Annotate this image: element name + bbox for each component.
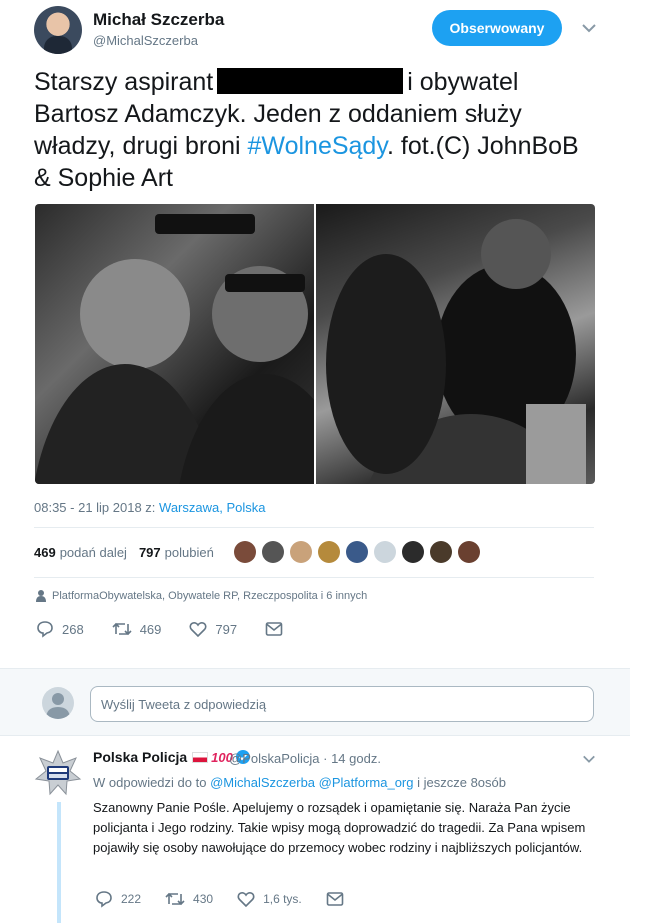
reply-retweet-count: 430 [193,892,214,906]
like-count-action: 797 [215,621,238,637]
reply-text: Szanowny Panie Pośle. Apelujemy o rozsąd… [93,800,586,855]
reply-count: 268 [62,621,84,637]
liker-avatar[interactable] [233,541,256,563]
retweet-icon [165,892,185,906]
reply-handle-time[interactable]: @PolskaPolicja · 14 godz. [229,751,381,766]
liker-avatar[interactable] [457,541,480,563]
liker-avatar[interactable] [373,541,396,563]
photo-left-illustration [35,214,314,484]
reply-icon [37,621,53,638]
photo-left[interactable] [35,204,314,484]
reply-context-prefix: W odpowiedzi do to [93,775,211,790]
retweet-icon [112,622,132,636]
retweet-label: podań dalej [59,544,127,560]
envelope-icon [265,622,283,636]
reply-reply-count: 222 [121,892,142,906]
location-link[interactable]: Warszawa, Polska [159,500,265,515]
reply-author-name-text: Polska Policja [93,749,188,765]
dm-action[interactable] [265,621,291,637]
thread-line [57,802,61,923]
envelope-icon [326,892,344,906]
liker-avatar[interactable] [429,541,452,563]
reply-like-action[interactable]: 1,6 tys. [237,890,302,908]
follow-button[interactable]: Obserwowany [432,10,562,46]
reply-input[interactable]: Wyślij Tweeta z odpowiedzią [90,686,594,722]
tagged-users[interactable]: PlatformaObywatelska, Obywatele RP, Rzec… [36,590,367,602]
author-name[interactable]: Michał Szczerba [93,10,224,30]
like-stat[interactable]: 797 polubień [139,545,214,560]
divider [34,527,594,528]
reply-tweet[interactable]: Polska Policja 100 @PolskaPolicja · 14 g… [0,737,630,923]
poland-flag-icon [192,751,209,763]
photo-right-illustration [326,219,586,484]
liker-avatar[interactable] [317,541,340,563]
tweet-photos [35,204,595,484]
hashtag-link[interactable]: #WolneSądy [248,132,387,160]
like-count: 797 [138,544,161,560]
divider [34,577,594,578]
reply-mentions[interactable]: @MichalSzczerba @Platforma_org [210,775,413,790]
tweet-header: Michał Szczerba @MichalSzczerba Obserwow… [34,6,604,56]
reply-chevron-down-icon[interactable] [582,752,596,766]
tweet-stats: 469 podań dalej 797 polubień [34,534,486,570]
like-label: polubień [164,544,214,560]
tweet-text: Starszy aspirant i obywatel Bartosz Adamc… [34,66,594,194]
author-handle[interactable]: @MichalSzczerba [93,33,198,48]
reply-reply-action[interactable]: 222 [95,890,141,908]
tweet-actions: 268 469 797 [36,620,319,638]
reply-like-count: 1,6 tys. [263,892,302,906]
person-icon [36,590,46,602]
author-avatar[interactable] [34,6,82,54]
default-avatar-icon [46,693,70,719]
tweet-timestamp: 08:35 - 21 lip 2018 z: Warszawa, Polska [34,500,265,515]
like-action[interactable]: 797 [189,620,237,638]
reply-context: W odpowiedzi do to @MichalSzczerba @Plat… [93,775,506,790]
reply-dm-action[interactable] [326,891,352,907]
current-user-avatar [42,687,74,719]
retweet-stat[interactable]: 469 podań dalej [34,545,127,560]
retweet-count: 469 [34,544,56,560]
heart-icon [237,892,255,908]
reply-composer: Wyślij Tweeta z odpowiedzią [0,668,630,736]
liker-avatar[interactable] [345,541,368,563]
reply-context-suffix[interactable]: i jeszcze 8osób [414,775,506,790]
likers-avatars [233,541,486,563]
reply-icon [96,891,112,908]
chevron-down-icon[interactable] [581,20,597,36]
police-badge-icon[interactable] [34,749,82,797]
photo-right[interactable] [316,204,595,484]
heart-icon [189,622,207,638]
reply-action[interactable]: 268 [36,620,84,638]
reply-actions: 222 430 1,6 tys. [95,890,376,908]
redacted-block [217,68,404,94]
retweet-count: 469 [139,621,162,637]
liker-avatar[interactable] [289,541,312,563]
reply-author-name[interactable]: Polska Policja 100 [93,749,250,765]
reply-retweet-action[interactable]: 430 [165,890,213,908]
timestamp-text[interactable]: 08:35 - 21 lip 2018 z: [34,500,159,515]
retweet-action[interactable]: 469 [112,620,162,638]
liker-avatar[interactable] [261,541,284,563]
tagged-users-text: PlatformaObywatelska, Obywatele RP, Rzec… [52,590,368,602]
tweet-text-part-1: Starszy aspirant [34,68,214,96]
liker-avatar[interactable] [401,541,424,563]
